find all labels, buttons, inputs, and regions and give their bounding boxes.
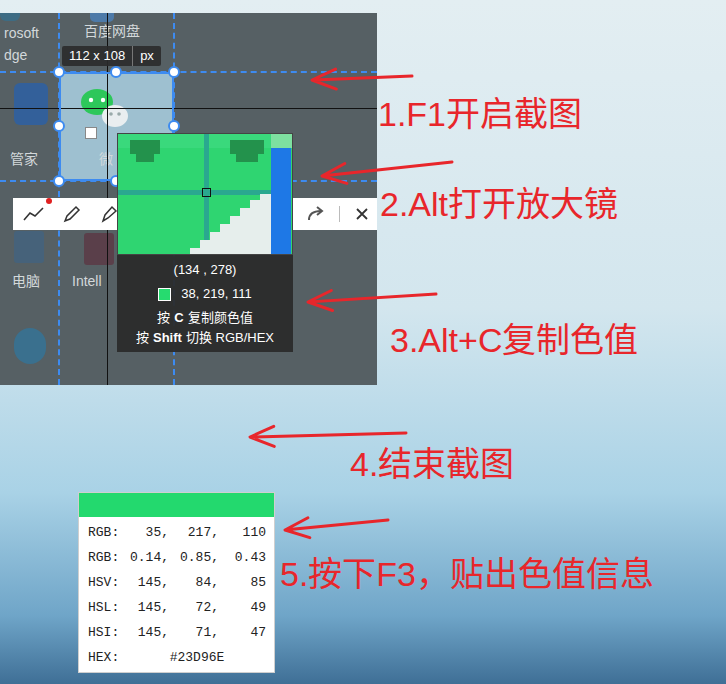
row-value: 85: [219, 573, 266, 593]
row-value: 72,: [169, 598, 219, 618]
toolbar-separator: [339, 206, 340, 222]
desktop-label: 百度网盘: [84, 22, 140, 40]
desktop-label: Intell: [72, 272, 102, 290]
desktop-label: 电脑: [12, 272, 40, 290]
row-value: 110: [219, 523, 266, 543]
annotation-step: 3.Alt+C复制色值: [390, 318, 638, 362]
hint-key: C: [174, 309, 183, 327]
shield-icon[interactable]: [14, 83, 48, 125]
row-label: HSI:: [88, 623, 128, 643]
color-info-row: RGB:35,217,110: [88, 520, 265, 545]
redo-icon[interactable]: [306, 206, 326, 222]
size-value: 112 x 108: [62, 46, 132, 66]
arrow-icon: [312, 69, 412, 89]
app-icon[interactable]: [14, 328, 46, 364]
row-label: RGB:: [88, 523, 128, 543]
color-swatch: [158, 288, 171, 301]
row-value: 49: [219, 598, 266, 618]
tutorial-canvas: rosoft dge 百度网盘管家 微电脑 Intell 112 x 108px (134 …: [0, 0, 726, 684]
notification-dot: [46, 198, 52, 204]
arrow-icon: [250, 426, 406, 446]
polyline-icon[interactable]: [23, 205, 45, 223]
resize-handle[interactable]: [53, 175, 65, 187]
annotation-step: 4.结束截图: [350, 442, 514, 486]
color-info-row: HSI:145,71,47: [88, 620, 265, 645]
marker-icon[interactable]: [99, 204, 119, 224]
pencil-icon[interactable]: [62, 204, 82, 224]
color-info-row: HSV:145,84,85: [88, 570, 265, 595]
size-label: 112 x 108px: [62, 46, 161, 66]
resize-handle[interactable]: [110, 66, 122, 78]
row-value: 35,: [128, 523, 169, 543]
row-value: 145,: [128, 573, 169, 593]
arrow-icon: [285, 518, 388, 538]
hint-row: 按C 复制颜色值: [157, 309, 252, 327]
hint-list: 按C复制颜色值按Shift切换 RGB/HEX: [136, 309, 274, 347]
resize-handle[interactable]: [53, 66, 65, 78]
desktop-label: 微: [99, 150, 113, 168]
hint-row: 按Shift切换 RGB/HEX: [136, 329, 274, 347]
resize-handle[interactable]: [53, 120, 65, 132]
magnifier-zoom: [117, 133, 293, 255]
color-info-row: HEX:#23D96E: [88, 645, 265, 670]
close-icon[interactable]: [355, 207, 369, 221]
color-info-row: RGB:0.14,0.85,0.43: [88, 545, 265, 570]
color-preview: [79, 493, 274, 517]
row-value: 0.14,: [128, 548, 169, 568]
intellij-icon[interactable]: [84, 233, 114, 265]
row-label: HSV:: [88, 573, 128, 593]
annotation-step: 2.Alt打开放大镜: [380, 182, 618, 226]
arrow-icon: [308, 291, 436, 311]
wechat-icon[interactable]: [79, 86, 131, 132]
size-unit: px: [133, 46, 161, 66]
row-value: 145,: [128, 598, 169, 618]
color-readout: 38, 219, 111: [158, 285, 251, 303]
color-info-list: RGB:35,217,110RGB:0.14,0.85,0.43HSV:145,…: [79, 517, 274, 672]
hint-text: 复制颜色值: [188, 309, 253, 327]
row-value: 71,: [169, 623, 219, 643]
desktop-label: dge: [4, 46, 27, 64]
resize-handle[interactable]: [168, 120, 180, 132]
magnifier: (134 , 278)38, 219, 111按C复制颜色值按Shift切换 R…: [117, 133, 293, 352]
annotation-step: 5.按下F3，贴出色值信息: [280, 552, 654, 596]
annotation-step: 1.F1开启截图: [378, 92, 582, 136]
arrow-icon: [322, 162, 452, 183]
row-label: HSL:: [88, 598, 128, 618]
shortcut-arrow-icon: [85, 127, 97, 139]
computer-icon[interactable]: [14, 231, 44, 263]
resize-handle[interactable]: [168, 66, 180, 78]
cursor-coordinates: (134 , 278): [174, 261, 237, 279]
hint-text: 切换 RGB/HEX: [186, 329, 274, 347]
hint-key: Shift: [153, 329, 182, 347]
row-value: 217,: [169, 523, 219, 543]
hint-prefix: 按: [136, 329, 149, 347]
row-value: 47: [219, 623, 266, 643]
desktop-label: rosoft: [4, 24, 39, 42]
desktop-label: 管家: [10, 150, 38, 168]
crosshair-horizontal: [0, 108, 377, 109]
zoomed-pixels: [118, 134, 293, 255]
row-label: RGB:: [88, 548, 128, 568]
row-value: #23D96E: [128, 648, 266, 668]
rgb-value: 38, 219, 111: [181, 285, 251, 303]
row-value: 0.43: [219, 548, 266, 568]
row-label: HEX:: [88, 648, 128, 668]
hint-prefix: 按: [157, 309, 170, 327]
magnifier-info: (134 , 278)38, 219, 111按C复制颜色值按Shift切换 R…: [117, 255, 293, 352]
row-value: 84,: [169, 573, 219, 593]
row-value: 145,: [128, 623, 169, 643]
baidu-netdisk-icon[interactable]: [90, 13, 114, 22]
edge-icon[interactable]: [0, 13, 20, 21]
color-info-card[interactable]: RGB:35,217,110RGB:0.14,0.85,0.43HSV:145,…: [78, 492, 275, 673]
row-value: 0.85,: [169, 548, 219, 568]
color-info-row: HSL:145,72,49: [88, 595, 265, 620]
separator: [132, 46, 133, 66]
